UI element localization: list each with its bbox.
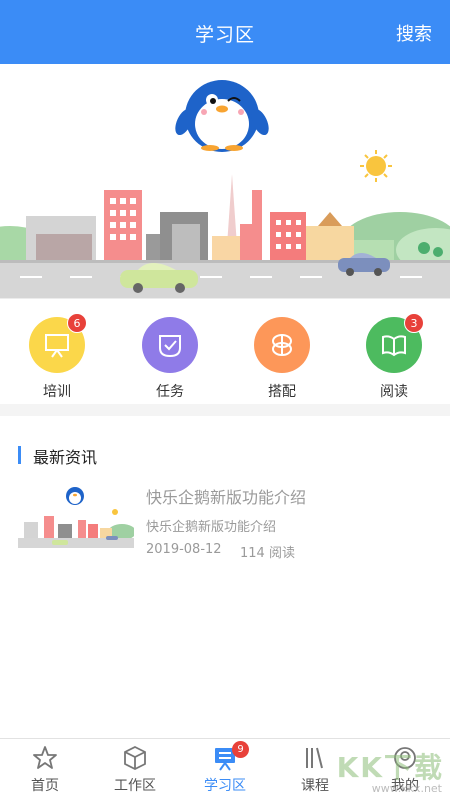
tab-home[interactable]: 首页 (0, 739, 90, 800)
tab-label: 我的 (391, 778, 419, 794)
entry-label: 任务 (156, 384, 184, 400)
article-title: 快乐企鹅新版功能介绍 (146, 488, 307, 507)
user-icon (394, 747, 416, 769)
tab-workspace[interactable]: 工作区 (90, 739, 180, 800)
news-article[interactable]: 快乐企鹅新版功能介绍 快乐企鹅新版功能介绍 2019-08-12 114 阅读 (18, 482, 432, 572)
task-check-icon (159, 335, 181, 358)
article-thumbnail (18, 482, 134, 558)
match-icon-circle (254, 317, 310, 373)
training-icon-circle: 6 (29, 313, 87, 373)
article-summary: 快乐企鹅新版功能介绍 (146, 520, 277, 535)
article-date: 2019-08-12 (146, 542, 222, 557)
presentation-board-icon (45, 334, 69, 358)
entry-training[interactable]: 6 培训 (17, 313, 97, 401)
top-bar: 学习区 搜索 (0, 0, 450, 64)
city-penguin-illustration (0, 80, 450, 298)
tab-label: 课程 (301, 778, 329, 794)
search-button[interactable]: 搜索 (396, 20, 432, 46)
tab-mine[interactable]: 我的 (360, 739, 450, 800)
sun-icon (360, 150, 392, 182)
tab-label: 学习区 (204, 778, 246, 794)
entry-task[interactable]: 任务 (130, 317, 210, 401)
penguin-mascot-icon (175, 80, 269, 152)
tab-study[interactable]: 9 学习区 (180, 739, 270, 800)
home-star-icon (33, 746, 57, 769)
entry-label: 培训 (43, 384, 71, 400)
section-accent-bar (18, 446, 21, 464)
entry-label: 搭配 (268, 384, 296, 400)
open-book-icon (382, 335, 406, 357)
tab-label: 首页 (31, 778, 59, 794)
section-title: 最新资讯 (33, 448, 98, 467)
study-tab-badge: 9 (232, 741, 249, 758)
entry-label: 阅读 (380, 384, 408, 400)
city-thumbnail-icon (18, 482, 134, 558)
reading-icon-circle: 3 (366, 313, 424, 373)
page-title: 学习区 (194, 24, 255, 46)
app-screen: 学习区 搜索 6 培训 任务 搭配 3 阅读 最新资讯 快乐企鹅新版功能介绍 快… (0, 0, 450, 800)
training-badge: 6 (67, 313, 87, 333)
tab-label: 工作区 (114, 778, 156, 794)
books-icon (306, 747, 323, 769)
quick-entry-grid: 6 培训 任务 搭配 3 阅读 (0, 298, 450, 404)
entry-match[interactable]: 搭配 (242, 317, 322, 401)
article-views: 114 阅读 (240, 546, 295, 561)
bottom-tab-bar: 首页 工作区 9 学习区 课程 我的 (0, 738, 450, 800)
reading-badge: 3 (404, 313, 424, 333)
news-section: 最新资讯 快乐企鹅新版功能介绍 快乐企鹅新版功能介绍 2019-08-12 11… (0, 416, 450, 738)
entry-reading[interactable]: 3 阅读 (354, 313, 434, 401)
tab-courses[interactable]: 课程 (270, 739, 360, 800)
match-icon (272, 334, 292, 356)
banner-illustration[interactable] (0, 64, 450, 298)
task-icon-circle (142, 317, 198, 373)
cube-icon (124, 745, 146, 771)
